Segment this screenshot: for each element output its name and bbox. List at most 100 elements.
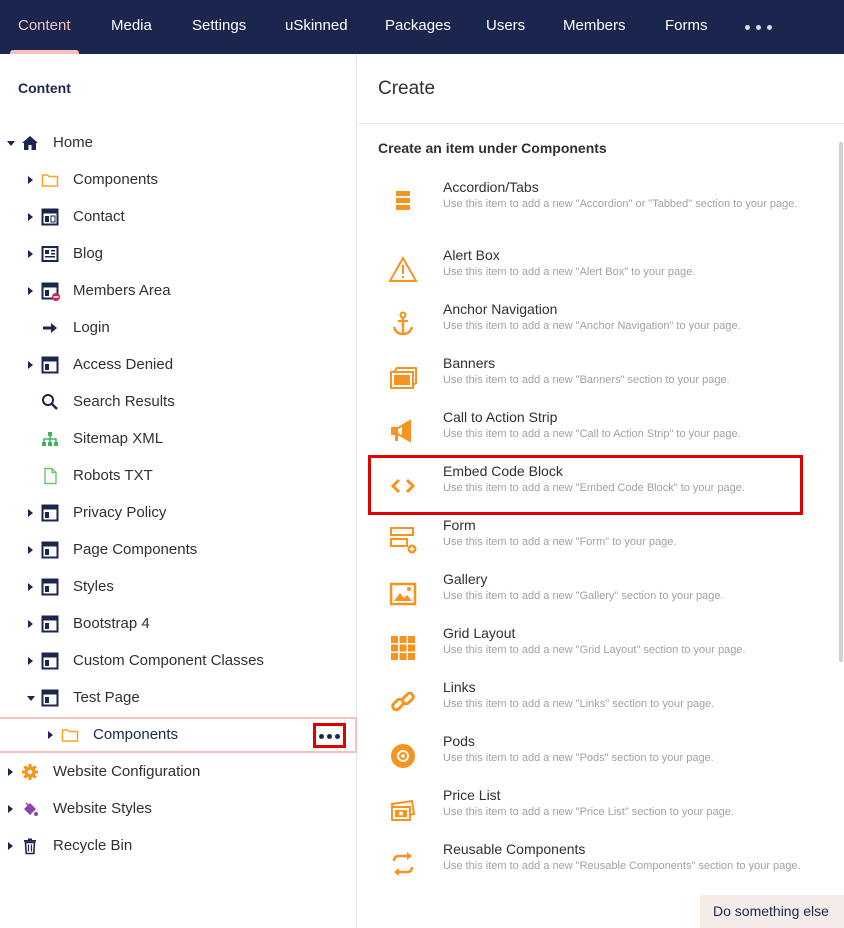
tree-node-label: Privacy Policy bbox=[73, 504, 167, 521]
tree-node-members-area[interactable]: Members Area bbox=[0, 273, 357, 309]
arrow-right-icon bbox=[41, 319, 59, 337]
tree-node-label: Sitemap XML bbox=[73, 430, 164, 447]
tab-packages[interactable]: Packages bbox=[385, 0, 451, 54]
tree-node-custom-component-classes[interactable]: Custom Component Classes bbox=[0, 643, 357, 679]
create-item-name: Price List bbox=[443, 787, 501, 803]
create-item-form[interactable]: Form Use this item to add a new "Form" t… bbox=[358, 517, 828, 571]
create-item-pods[interactable]: Pods Use this item to add a new "Pods" s… bbox=[358, 733, 828, 787]
create-item-anchor-navigation[interactable]: Anchor Navigation Use this item to add a… bbox=[358, 301, 828, 355]
expand-caret-icon[interactable] bbox=[28, 176, 33, 184]
tree-node-label: Test Page bbox=[73, 689, 140, 706]
tree-node-website-configuration[interactable]: Website Configuration bbox=[0, 754, 357, 790]
create-item-links[interactable]: Links Use this item to add a new "Links"… bbox=[358, 679, 828, 733]
create-item-description: Use this item to add a new "Anchor Navig… bbox=[443, 320, 741, 332]
anchor-icon bbox=[388, 309, 418, 339]
tree-node-robots-txt[interactable]: Robots TXT bbox=[0, 458, 357, 494]
tab-content[interactable]: Content bbox=[10, 0, 79, 54]
expand-caret-icon[interactable] bbox=[28, 509, 33, 517]
expand-caret-icon[interactable] bbox=[28, 657, 33, 665]
tab-members[interactable]: Members bbox=[563, 0, 626, 54]
node-actions-button[interactable] bbox=[313, 723, 346, 748]
create-item-name: Banners bbox=[443, 355, 496, 371]
create-item-name: Pods bbox=[443, 733, 475, 749]
expand-caret-icon[interactable] bbox=[28, 583, 33, 591]
tree-node-label: Website Styles bbox=[53, 800, 152, 817]
create-item-banners[interactable]: Banners Use this item to add a new "Bann… bbox=[358, 355, 828, 409]
expand-caret-icon[interactable] bbox=[28, 546, 33, 554]
expand-caret-icon[interactable] bbox=[28, 250, 33, 258]
panel-scrollbar[interactable] bbox=[839, 142, 843, 662]
megaphone-icon bbox=[388, 417, 418, 447]
tree-node-recycle-bin[interactable]: Recycle Bin bbox=[0, 828, 357, 864]
tree-node-sitemap-xml[interactable]: Sitemap XML bbox=[0, 421, 357, 457]
create-item-alert-box[interactable]: Alert Box Use this item to add a new "Al… bbox=[358, 247, 828, 301]
do-something-else-button[interactable]: Do something else bbox=[700, 895, 844, 928]
more-sections-icon[interactable] bbox=[745, 25, 775, 31]
tree-node-website-styles[interactable]: Website Styles bbox=[0, 791, 357, 827]
trash-icon bbox=[21, 837, 39, 855]
tree-node-label: Search Results bbox=[73, 393, 175, 410]
gear-icon bbox=[21, 763, 39, 781]
paint-icon bbox=[21, 800, 39, 818]
create-item-price-list[interactable]: Price List Use this item to add a new "P… bbox=[358, 787, 828, 841]
create-item-grid-layout[interactable]: Grid Layout Use this item to add a new "… bbox=[358, 625, 828, 679]
alert-icon bbox=[388, 255, 418, 285]
create-item-name: Links bbox=[443, 679, 476, 695]
expand-caret-icon[interactable] bbox=[28, 361, 33, 369]
folder-icon bbox=[61, 726, 79, 744]
tree-node-login[interactable]: Login bbox=[0, 310, 357, 346]
tree-node-access-denied[interactable]: Access Denied bbox=[0, 347, 357, 383]
tab-settings[interactable]: Settings bbox=[192, 0, 246, 54]
tree-node-label: Custom Component Classes bbox=[73, 652, 264, 669]
tree-node-home[interactable]: Home bbox=[0, 125, 357, 161]
create-item-description: Use this item to add a new "Price List" … bbox=[443, 806, 734, 818]
tab-users[interactable]: Users bbox=[486, 0, 525, 54]
expand-caret-icon[interactable] bbox=[8, 768, 13, 776]
expand-caret-icon[interactable] bbox=[28, 620, 33, 628]
expand-caret-icon[interactable] bbox=[27, 696, 35, 701]
tree-node-label: Robots TXT bbox=[73, 467, 153, 484]
tree-node-contact[interactable]: Contact bbox=[0, 199, 357, 235]
link-icon bbox=[388, 687, 418, 717]
tree-node-privacy-policy[interactable]: Privacy Policy bbox=[0, 495, 357, 531]
create-item-description: Use this item to add a new "Call to Acti… bbox=[443, 428, 741, 440]
tree-node-components-selected[interactable]: Components bbox=[0, 717, 357, 753]
create-item-gallery[interactable]: Gallery Use this item to add a new "Gall… bbox=[358, 571, 828, 625]
create-item-description: Use this item to add a new "Links" secti… bbox=[443, 698, 715, 710]
tree-node-label: Components bbox=[73, 171, 159, 188]
create-item-accordion-tabs[interactable]: Accordion/Tabs Use this item to add a ne… bbox=[358, 179, 828, 233]
tab-forms[interactable]: Forms bbox=[665, 0, 708, 54]
tree-node-bootstrap-4[interactable]: Bootstrap 4 bbox=[0, 606, 357, 642]
tree-node-search-results[interactable]: Search Results bbox=[0, 384, 357, 420]
tree-node-test-page[interactable]: Test Page bbox=[0, 680, 357, 716]
create-item-description: Use this item to add a new "Reusable Com… bbox=[443, 860, 801, 872]
tree-node-label: Contact bbox=[73, 208, 125, 225]
tree-node-label: Components bbox=[93, 726, 179, 743]
folder-icon bbox=[41, 171, 59, 189]
create-item-name: Accordion/Tabs bbox=[443, 179, 539, 195]
expand-caret-icon[interactable] bbox=[8, 842, 13, 850]
page-layout-icon bbox=[41, 504, 59, 522]
page-layout-icon bbox=[41, 615, 59, 633]
page-layout-icon bbox=[41, 541, 59, 559]
home-icon bbox=[21, 134, 39, 152]
create-item-description: Use this item to add a new "Grid Layout"… bbox=[443, 644, 746, 656]
expand-caret-icon[interactable] bbox=[48, 731, 53, 739]
expand-caret-icon[interactable] bbox=[8, 805, 13, 813]
page-layout-icon bbox=[41, 208, 59, 226]
restricted-page-icon bbox=[41, 282, 60, 301]
tree-node-label: Website Configuration bbox=[53, 763, 201, 780]
expand-caret-icon[interactable] bbox=[7, 141, 15, 146]
tree-node-label: Blog bbox=[73, 245, 104, 262]
tab-media[interactable]: Media bbox=[111, 0, 152, 54]
tree-node-page-components[interactable]: Page Components bbox=[0, 532, 357, 568]
sitemap-icon bbox=[41, 430, 59, 448]
tab-uskinned[interactable]: uSkinned bbox=[285, 0, 348, 54]
tree-node-components[interactable]: Components bbox=[0, 162, 357, 198]
create-item-reusable-components[interactable]: Reusable Components Use this item to add… bbox=[358, 841, 828, 895]
tree-node-styles[interactable]: Styles bbox=[0, 569, 357, 605]
expand-caret-icon[interactable] bbox=[28, 213, 33, 221]
reusable-icon bbox=[388, 849, 418, 879]
expand-caret-icon[interactable] bbox=[28, 287, 33, 295]
tree-node-blog[interactable]: Blog bbox=[0, 236, 357, 272]
